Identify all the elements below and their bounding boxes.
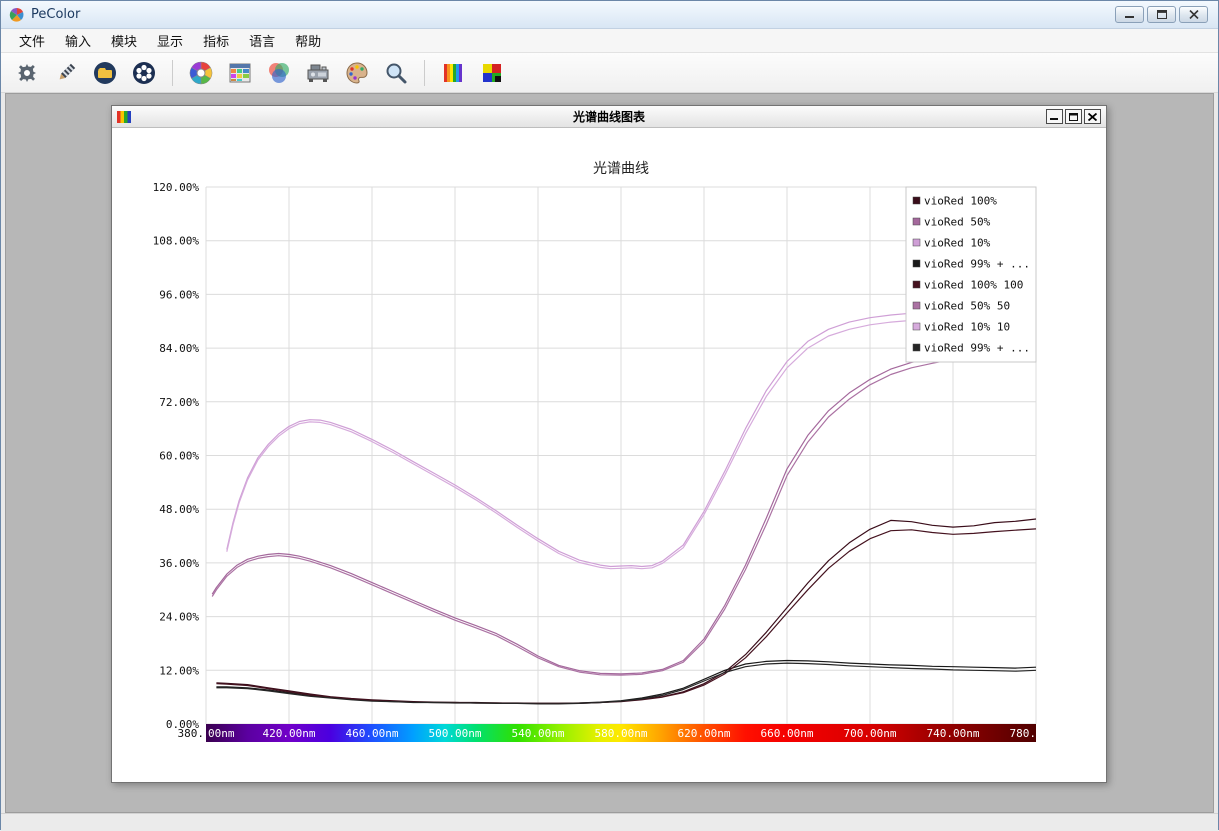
- workspace-frame: 光谱曲线图表 0.00%12.00%24.00%36.: [1, 93, 1218, 813]
- machine-icon[interactable]: [302, 57, 334, 89]
- magnifier-icon[interactable]: [380, 57, 412, 89]
- venn-circles-icon[interactable]: [263, 57, 295, 89]
- child-minimize-icon: [1050, 113, 1059, 121]
- svg-text:120.00%: 120.00%: [153, 181, 200, 194]
- svg-text:36.00%: 36.00%: [159, 557, 199, 570]
- svg-text:vioRed 50% 50: vioRed 50% 50: [924, 300, 1010, 313]
- svg-text:60.00%: 60.00%: [159, 450, 199, 463]
- svg-text:vioRed 10% 10: vioRed 10% 10: [924, 321, 1010, 334]
- app-window: PeColor 文件输入模块显示指标语言帮助: [0, 0, 1219, 830]
- svg-text:580.00nm: 580.00nm: [595, 727, 648, 740]
- svg-text:vioRed 50%: vioRed 50%: [924, 216, 991, 229]
- spectrum-bars-icon[interactable]: [437, 57, 469, 89]
- svg-text:500.00nm: 500.00nm: [429, 727, 482, 740]
- toolbar-separator: [424, 60, 425, 86]
- close-button[interactable]: [1179, 6, 1208, 23]
- child-maximize-button[interactable]: [1065, 109, 1082, 124]
- menu-item-metrics[interactable]: 指标: [193, 28, 239, 53]
- spectral-curves-chart: 0.00%12.00%24.00%36.00%48.00%60.00%72.00…: [112, 128, 1106, 780]
- svg-text:108.00%: 108.00%: [153, 235, 200, 248]
- svg-text:vioRed 10%: vioRed 10%: [924, 237, 991, 250]
- svg-text:24.00%: 24.00%: [159, 611, 199, 624]
- child-close-icon: [1088, 113, 1097, 121]
- svg-text:48.00%: 48.00%: [159, 503, 199, 516]
- toolbar: [1, 53, 1218, 93]
- palette-icon[interactable]: [341, 57, 373, 89]
- spectrum-mini-icon: [117, 111, 131, 123]
- close-icon: [1189, 10, 1199, 19]
- svg-text:光谱曲线: 光谱曲线: [593, 161, 649, 177]
- color-pen-icon[interactable]: [50, 57, 82, 89]
- svg-text:380.: 380.: [178, 727, 205, 740]
- menu-item-display[interactable]: 显示: [147, 28, 193, 53]
- menu-item-input[interactable]: 输入: [55, 28, 101, 53]
- toolbar-separator: [172, 60, 173, 86]
- status-strip: [1, 813, 1218, 831]
- menu-item-module[interactable]: 模块: [101, 28, 147, 53]
- minimize-icon: [1125, 10, 1135, 19]
- minimize-button[interactable]: [1115, 6, 1144, 23]
- chart-client-area: 0.00%12.00%24.00%36.00%48.00%60.00%72.00…: [112, 128, 1106, 782]
- child-close-button[interactable]: [1084, 109, 1101, 124]
- svg-text:420.00nm: 420.00nm: [263, 727, 316, 740]
- svg-text:00nm: 00nm: [208, 727, 235, 740]
- app-logo-icon: [9, 7, 25, 23]
- mdi-workspace: 光谱曲线图表 0.00%12.00%24.00%36.: [5, 93, 1214, 813]
- svg-text:620.00nm: 620.00nm: [678, 727, 731, 740]
- spectral-chart-window: 光谱曲线图表 0.00%12.00%24.00%36.: [111, 105, 1107, 783]
- folder-circle-icon[interactable]: [89, 57, 121, 89]
- menubar: 文件输入模块显示指标语言帮助: [1, 29, 1218, 53]
- svg-text:96.00%: 96.00%: [159, 288, 199, 301]
- window-controls: [1115, 6, 1210, 23]
- svg-text:72.00%: 72.00%: [159, 396, 199, 409]
- svg-text:740.00nm: 740.00nm: [927, 727, 980, 740]
- svg-text:84.00%: 84.00%: [159, 342, 199, 355]
- child-titlebar[interactable]: 光谱曲线图表: [112, 106, 1106, 128]
- svg-text:700.00nm: 700.00nm: [844, 727, 897, 740]
- svg-text:460.00nm: 460.00nm: [346, 727, 399, 740]
- color-squares-icon[interactable]: [476, 57, 508, 89]
- maximize-icon: [1157, 10, 1167, 19]
- settings-gear-icon[interactable]: [11, 57, 43, 89]
- svg-text:660.00nm: 660.00nm: [761, 727, 814, 740]
- child-minimize-button[interactable]: [1046, 109, 1063, 124]
- svg-text:vioRed 99% + ...: vioRed 99% + ...: [924, 342, 1030, 355]
- svg-text:vioRed 99% + ...: vioRed 99% + ...: [924, 258, 1030, 271]
- child-window-title: 光谱曲线图表: [112, 108, 1106, 125]
- menu-item-language[interactable]: 语言: [239, 28, 285, 53]
- color-table-icon[interactable]: [224, 57, 256, 89]
- menu-item-file[interactable]: 文件: [9, 28, 55, 53]
- child-maximize-icon: [1069, 113, 1078, 121]
- svg-text:12.00%: 12.00%: [159, 664, 199, 677]
- svg-text:780.00nm: 780.00nm: [1010, 727, 1063, 740]
- child-window-controls: [1046, 109, 1101, 124]
- flower-circle-icon[interactable]: [128, 57, 160, 89]
- svg-text:vioRed 100% 100: vioRed 100% 100: [924, 279, 1023, 292]
- svg-text:vioRed 100%: vioRed 100%: [924, 195, 997, 208]
- titlebar[interactable]: PeColor: [1, 1, 1218, 29]
- window-title: PeColor: [31, 7, 80, 22]
- svg-text:540.00nm: 540.00nm: [512, 727, 565, 740]
- color-wheel-icon[interactable]: [185, 57, 217, 89]
- maximize-button[interactable]: [1147, 6, 1176, 23]
- menu-item-help[interactable]: 帮助: [285, 28, 331, 53]
